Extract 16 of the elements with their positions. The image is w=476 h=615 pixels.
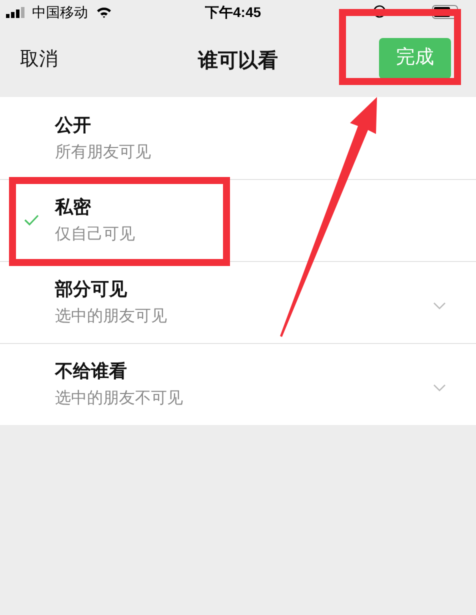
option-title: 公开: [55, 114, 92, 136]
option-subtitle: 选中的朋友不可见: [55, 388, 184, 409]
option-subtitle: 仅自己可见: [55, 225, 136, 245]
cancel-button[interactable]: 取消: [20, 46, 58, 75]
page-title: 谁可以看: [198, 48, 278, 74]
carrier-name: 中国移动: [32, 2, 88, 22]
option-title: 私密: [55, 196, 92, 219]
option-subtitle: 选中的朋友可见: [55, 306, 168, 327]
alarm-icon: [373, 5, 386, 18]
option-title: 部分可见: [55, 278, 128, 301]
wifi-icon: [96, 6, 112, 18]
chevron-down-icon[interactable]: [433, 302, 446, 310]
option-title: 不给谁看: [55, 360, 128, 383]
chevron-down-icon[interactable]: [433, 384, 446, 392]
option-subtitle: 所有朋友可见: [55, 142, 152, 162]
clock-time: 下午4:45: [205, 2, 262, 22]
